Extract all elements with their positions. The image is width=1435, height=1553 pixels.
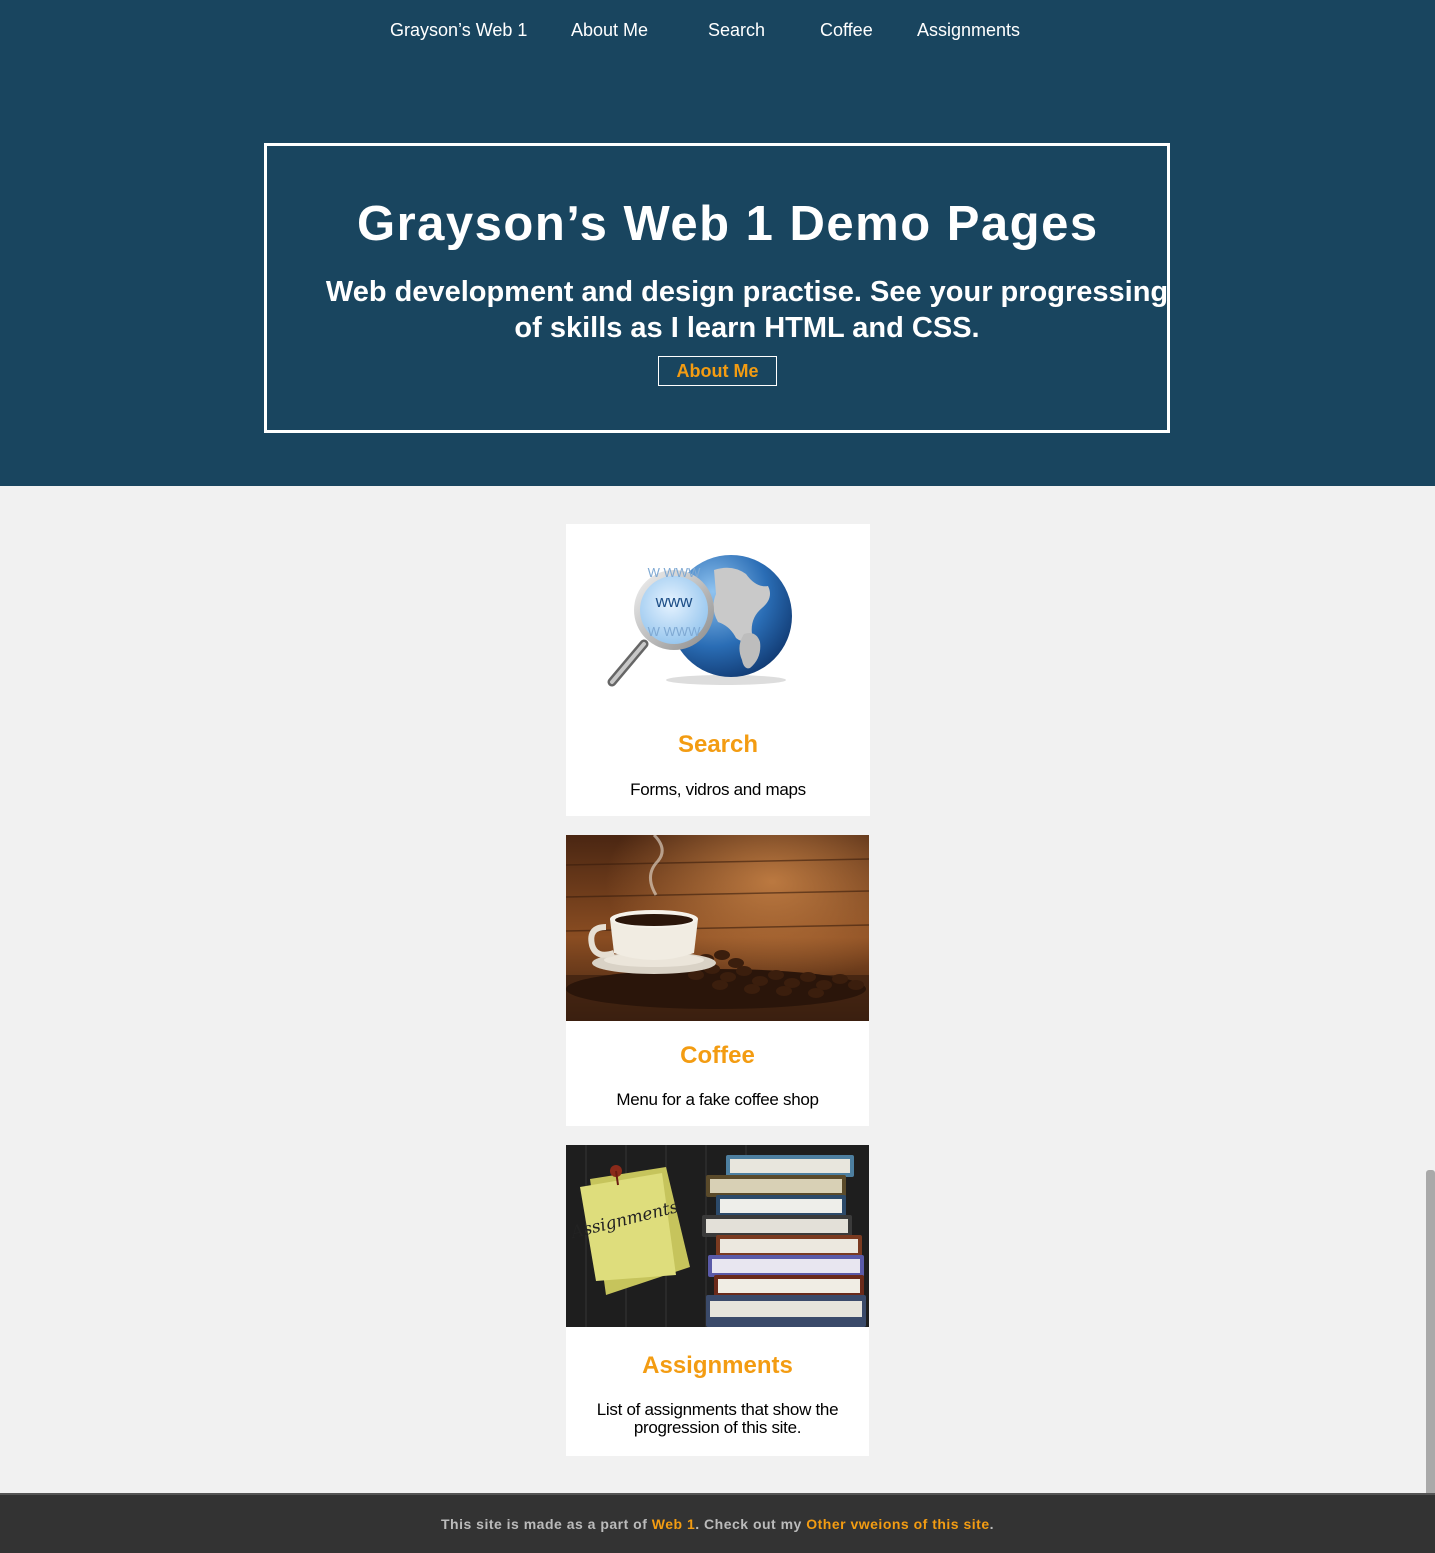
- hero-title: Grayson’s Web 1 Demo Pages: [357, 197, 1099, 251]
- search-card[interactable]: W WWW www W WWW Search Forms, vidros and…: [566, 524, 870, 816]
- footer-suffix-text: .: [989, 1516, 994, 1532]
- svg-text:W WWW: W WWW: [648, 565, 701, 580]
- sticky-note-books-image: Assignments: [566, 1145, 869, 1327]
- footer-prefix-text: This site is made as a part of: [440, 1516, 652, 1532]
- svg-text:www: www: [655, 592, 694, 611]
- hero-subtitle: Web development and design practise. See…: [325, 276, 1169, 344]
- site-footer: This site is made as a part of Web 1. Ch…: [0, 1493, 1435, 1553]
- nav-assignments-link[interactable]: Assignments: [917, 20, 1020, 41]
- globe-magnifier-image: W WWW www W WWW: [607, 555, 792, 687]
- search-card-title[interactable]: Search: [566, 731, 870, 759]
- assignments-card[interactable]: Assignments Assignments List of assignme…: [566, 1145, 869, 1456]
- coffee-card-description: Menu for a fake coffee shop: [616, 1090, 819, 1109]
- nav-coffee-link[interactable]: Coffee: [820, 20, 873, 41]
- assignments-card-title[interactable]: Assignments: [566, 1352, 869, 1380]
- footer-web1-link[interactable]: Web 1: [652, 1516, 695, 1532]
- search-card-description: Forms, vidros and maps: [630, 780, 806, 799]
- scrollbar-thumb[interactable]: [1426, 1170, 1435, 1496]
- nav-brand-link[interactable]: Grayson’s Web 1: [390, 20, 527, 41]
- hero-box: Grayson’s Web 1 Demo Pages Web developme…: [264, 143, 1170, 433]
- nav-search-link[interactable]: Search: [708, 20, 765, 41]
- nav-about-link[interactable]: About Me: [571, 20, 648, 41]
- svg-text:W WWW: W WWW: [648, 624, 701, 639]
- footer-middle-text: . Check out my: [695, 1516, 807, 1532]
- coffee-card[interactable]: Coffee Menu for a fake coffee shop: [566, 835, 869, 1126]
- assignments-card-description: List of assignments that show the progre…: [596, 1400, 839, 1437]
- coffee-card-title[interactable]: Coffee: [566, 1042, 869, 1070]
- site-header: Grayson’s Web 1 About Me Search Coffee A…: [0, 0, 1435, 486]
- about-me-button[interactable]: About Me: [658, 356, 777, 386]
- coffee-cup-image: [566, 835, 869, 1021]
- footer-other-versions-link[interactable]: Other vweions of this site: [806, 1516, 989, 1532]
